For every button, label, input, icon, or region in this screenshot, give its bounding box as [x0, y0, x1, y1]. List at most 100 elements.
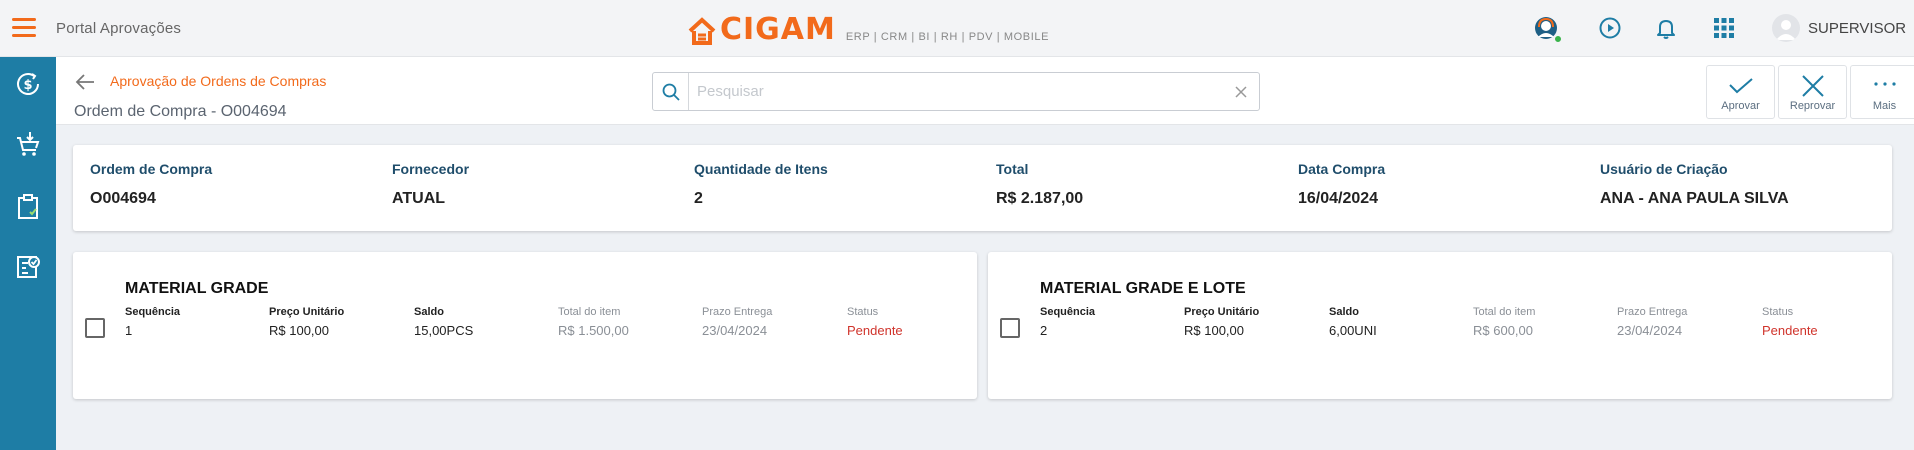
summary-value: R$ 2.187,00: [996, 190, 1084, 207]
support-icon[interactable]: [1532, 14, 1563, 44]
item-status: Status Pendente: [847, 306, 903, 338]
summary-label: Usuário de Criação: [1600, 161, 1728, 177]
summary-value: ANA - ANA PAULA SILVA: [1600, 190, 1789, 207]
item-status: Status Pendente: [1762, 306, 1818, 338]
field-value: 6,00UNI: [1329, 323, 1377, 338]
top-bar: Portal Aprovações CIGAM ERP | CRM | BI |…: [0, 0, 1914, 57]
item-balance: Saldo 6,00UNI: [1329, 306, 1377, 338]
sidebar-item-clipboard[interactable]: [14, 193, 42, 221]
approve-button[interactable]: Aprovar: [1706, 65, 1775, 119]
summary-total: Total R$ 2.187,00: [996, 161, 1083, 208]
item-total: Total do item R$ 600,00: [1473, 306, 1535, 338]
order-item-card: MATERIAL GRADE Sequência 1 Preço Unitári…: [73, 252, 977, 399]
more-button[interactable]: Mais: [1850, 65, 1914, 119]
reject-label: Reprovar: [1789, 100, 1836, 112]
summary-supplier: Fornecedor ATUAL: [392, 161, 469, 208]
page-header: Aprovação de Ordens de Compras Ordem de …: [56, 57, 1914, 125]
user-menu[interactable]: SUPERVISOR: [1772, 14, 1906, 42]
field-label: Preço Unitário: [269, 306, 345, 318]
reject-button[interactable]: Reprovar: [1778, 65, 1847, 119]
field-value: 1: [125, 323, 133, 338]
field-value: R$ 100,00: [269, 323, 329, 338]
status-badge: Pendente: [1762, 323, 1818, 338]
more-label: Mais: [1872, 100, 1897, 112]
cart-download-icon: [17, 132, 40, 156]
search-input[interactable]: [697, 81, 1217, 101]
item-unit-price: Preço Unitário R$ 100,00: [1184, 306, 1259, 338]
brand-name: CIGAM: [720, 12, 836, 47]
breadcrumb[interactable]: Aprovação de Ordens de Compras: [110, 73, 326, 89]
summary-value: ATUAL: [392, 190, 446, 207]
check-icon: [1727, 72, 1755, 100]
summary-created-by: Usuário de Criação ANA - ANA PAULA SILVA: [1600, 161, 1789, 208]
summary-order-number: Ordem de Compra O004694: [90, 161, 212, 208]
online-status-indicator: [1553, 34, 1563, 44]
field-label: Total do item: [558, 306, 621, 318]
summary-value: 2: [694, 190, 703, 207]
brand-tagline: ERP | CRM | BI | RH | PDV | MOBILE: [845, 31, 1050, 43]
approve-label: Aprovar: [1721, 100, 1760, 112]
field-value: R$ 100,00: [1184, 323, 1244, 338]
item-title: MATERIAL GRADE E LOTE: [1040, 280, 1246, 297]
field-label: Total do item: [1473, 306, 1536, 318]
sidebar-item-approval[interactable]: [14, 253, 42, 281]
summary-label: Fornecedor: [392, 161, 470, 177]
item-total: Total do item R$ 1.500,00: [558, 306, 629, 338]
field-label: Status: [847, 306, 879, 318]
search-box: [652, 72, 1260, 111]
apps-grid-icon[interactable]: [1710, 14, 1738, 42]
money-icon: $: [17, 73, 39, 95]
sidebar: $: [0, 57, 56, 450]
app-title: Portal Aprovações: [56, 20, 182, 37]
search-button[interactable]: [653, 73, 689, 110]
document-approve-icon: [17, 256, 40, 278]
field-value: 23/04/2024: [702, 323, 768, 338]
item-select-checkbox[interactable]: [85, 318, 105, 338]
summary-label: Total: [996, 161, 1029, 177]
field-label: Prazo Entrega: [702, 306, 773, 318]
item-sequence: Sequência 2: [1040, 306, 1095, 338]
summary-purchase-date: Data Compra 16/04/2024: [1298, 161, 1385, 208]
item-balance: Saldo 15,00PCS: [414, 306, 473, 338]
summary-label: Ordem de Compra: [90, 161, 213, 177]
field-value: R$ 600,00: [1473, 323, 1533, 338]
back-arrow-icon[interactable]: [74, 71, 96, 93]
summary-label: Data Compra: [1298, 161, 1386, 177]
field-value: 2: [1040, 323, 1048, 338]
menu-icon[interactable]: [12, 18, 36, 38]
field-value: 15,00PCS: [414, 323, 474, 338]
play-circle-icon[interactable]: [1596, 14, 1624, 42]
sidebar-item-money[interactable]: $: [14, 70, 42, 98]
close-icon: [1799, 72, 1827, 100]
clear-search-icon[interactable]: [1233, 84, 1249, 100]
summary-value: O004694: [90, 190, 156, 207]
avatar: [1772, 14, 1800, 42]
item-title: MATERIAL GRADE: [125, 280, 269, 297]
order-item-card: MATERIAL GRADE E LOTE Sequência 2 Preço …: [988, 252, 1892, 399]
summary-label: Quantidade de Itens: [694, 161, 828, 177]
user-name: SUPERVISOR: [1808, 19, 1907, 37]
bell-icon[interactable]: [1652, 14, 1680, 42]
field-label: Prazo Entrega: [1617, 306, 1688, 318]
sidebar-item-cart[interactable]: [14, 130, 42, 158]
item-delivery-date: Prazo Entrega 23/04/2024: [1617, 306, 1687, 338]
search-icon: [662, 83, 680, 101]
status-badge: Pendente: [847, 323, 903, 338]
field-label: Saldo: [1329, 306, 1359, 318]
field-label: Preço Unitário: [1184, 306, 1260, 318]
item-unit-price: Preço Unitário R$ 100,00: [269, 306, 344, 338]
item-delivery-date: Prazo Entrega 23/04/2024: [702, 306, 772, 338]
summary-item-count: Quantidade de Itens 2: [694, 161, 828, 208]
svg-text:$: $: [23, 78, 32, 93]
summary-value: 16/04/2024: [1298, 190, 1379, 207]
clipboard-check-icon: [18, 194, 38, 219]
logo-mark-icon: [688, 17, 716, 45]
item-select-checkbox[interactable]: [1000, 318, 1020, 338]
more-dots-icon: [1871, 72, 1899, 100]
logo: CIGAM ERP | CRM | BI | RH | PDV | MOBILE: [688, 13, 1049, 45]
page-title: Ordem de Compra - O004694: [74, 103, 287, 120]
order-summary-card: Ordem de Compra O004694 Fornecedor ATUAL…: [73, 145, 1892, 231]
item-sequence: Sequência 1: [125, 306, 180, 338]
field-label: Sequência: [125, 306, 181, 318]
field-value: R$ 1.500,00: [558, 323, 629, 338]
